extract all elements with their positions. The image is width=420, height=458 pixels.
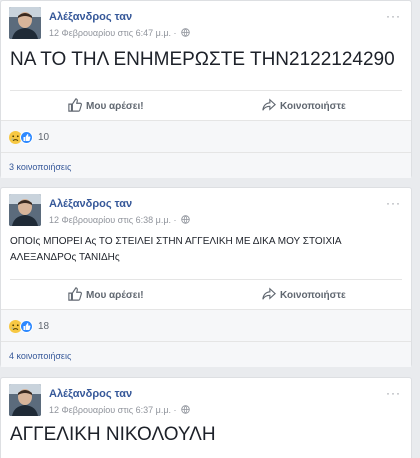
like-button[interactable]: Μου αρέσει! (68, 287, 144, 301)
avatar[interactable] (9, 384, 41, 416)
timestamp-text[interactable]: 12 Φεβρουαρίου στις 6:38 μ.μ. · (49, 215, 177, 225)
post-text: ΝΑ ΤΟ ΤΗΛ ΕΝΗΜΕΡΩΣΤΕ ΤΗΝ2122124290 (10, 49, 395, 70)
reactions-summary[interactable]: 10 (9, 129, 50, 145)
action-bar: Μου αρέσει! Κοινοποιήστε (10, 90, 402, 120)
like-reaction-icon (20, 320, 33, 334)
like-reaction-icon (20, 131, 33, 145)
reaction-count: 10 (38, 132, 50, 144)
globe-icon (181, 28, 190, 37)
post-header: Αλέξανδρος ταν 12 Φεβρουαρίου στις 6:47 … (1, 1, 411, 45)
post-card-2: Αλέξανδρος ταν 12 Φεβρουαρίου στις 6:38 … (0, 187, 412, 367)
globe-icon (181, 405, 190, 414)
post-timestamp[interactable]: 12 Φεβρουαρίου στις 6:38 μ.μ. · (49, 215, 190, 225)
author-name[interactable]: Αλέξανδρος ταν (49, 198, 132, 210)
post-text-line-1: ΟΠΟΙς ΜΠΟΡΕΙ Ας ΤΟ ΣΤΕΙΛΕΙ ΣΤΗΝ ΑΓΓΕΛΙΚΗ… (10, 236, 342, 247)
shares-count-link[interactable]: 3 κοινοποιήσεις (9, 162, 71, 172)
like-label: Μου αρέσει! (86, 101, 144, 112)
share-arrow-icon (262, 98, 276, 111)
post-header: Αλέξανδρος ταν 12 Φεβρουαρίου στις 6:38 … (1, 188, 411, 232)
share-button[interactable]: Κοινοποιήστε (262, 98, 346, 112)
reactions-area: 10 3 κοινοποιήσεις (1, 120, 411, 178)
avatar-photo-icon (9, 194, 41, 226)
divider (1, 341, 411, 342)
shares-count-link[interactable]: 4 κοινοποιήσεις (9, 351, 71, 361)
avatar-photo-icon (9, 7, 41, 39)
timestamp-text[interactable]: 12 Φεβρουαρίου στις 6:47 μ.μ. · (49, 28, 177, 38)
share-label: Κοινοποιήστε (280, 101, 346, 112)
like-button[interactable]: Μου αρέσει! (68, 98, 144, 112)
like-label: Μου αρέσει! (86, 290, 144, 301)
post-timestamp[interactable]: 12 Φεβρουαρίου στις 6:47 μ.μ. · (49, 28, 190, 38)
post-text: ΑΓΓΕΛΙΚΗ ΝΙΚΟΛΟΥΛΗ (10, 424, 216, 445)
reactions-summary[interactable]: 18 (9, 318, 50, 334)
author-name[interactable]: Αλέξανδρος ταν (49, 11, 132, 23)
share-arrow-icon (262, 287, 276, 300)
post-text-line-2: ΑΛΕΞΑΝΔΡΟς ΤΑΝΙΔΗς (10, 252, 120, 263)
reaction-count: 18 (38, 321, 50, 333)
reactions-area: 18 4 κοινοποιήσεις (1, 309, 411, 367)
divider (1, 152, 411, 153)
more-options-icon[interactable]: ··· (386, 386, 401, 400)
globe-icon (181, 215, 190, 224)
post-card-3: Αλέξανδρος ταν 12 Φεβρουαρίου στις 6:37 … (0, 377, 412, 458)
avatar-photo-icon (9, 384, 41, 416)
post-card-1: Αλέξανδρος ταν 12 Φεβρουαρίου στις 6:47 … (0, 0, 412, 178)
action-bar: Μου αρέσει! Κοινοποιήστε (10, 279, 402, 309)
like-thumb-icon (68, 287, 82, 301)
avatar[interactable] (9, 7, 41, 39)
author-name[interactable]: Αλέξανδρος ταν (49, 388, 132, 400)
post-timestamp[interactable]: 12 Φεβρουαρίου στις 6:37 μ.μ. · (49, 405, 190, 415)
avatar[interactable] (9, 194, 41, 226)
post-header: Αλέξανδρος ταν 12 Φεβρουαρίου στις 6:37 … (1, 378, 411, 422)
share-label: Κοινοποιήστε (280, 290, 346, 301)
more-options-icon[interactable]: ··· (386, 9, 401, 23)
more-options-icon[interactable]: ··· (386, 196, 401, 210)
share-button[interactable]: Κοινοποιήστε (262, 287, 346, 301)
timestamp-text[interactable]: 12 Φεβρουαρίου στις 6:37 μ.μ. · (49, 405, 177, 415)
like-thumb-icon (68, 98, 82, 112)
